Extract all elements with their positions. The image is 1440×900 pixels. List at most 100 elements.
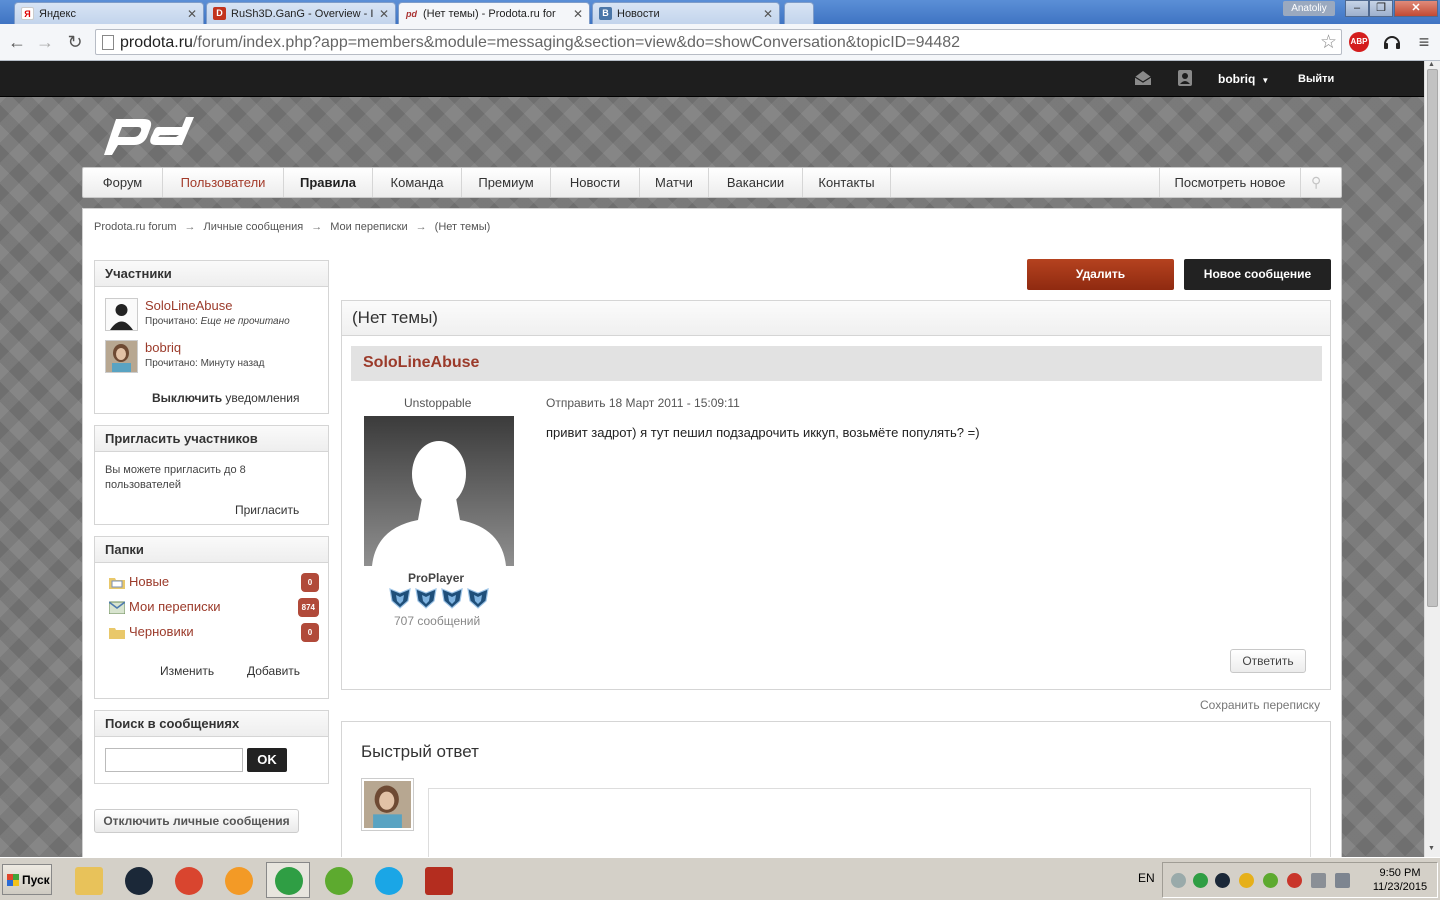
profile-icon[interactable] — [1176, 70, 1194, 88]
new-message-button[interactable]: Новое сообщение — [1184, 259, 1331, 290]
steam-tray-icon[interactable] — [1215, 873, 1230, 888]
nav-users[interactable]: Пользователи — [163, 168, 284, 197]
close-icon[interactable]: ✕ — [379, 7, 389, 21]
adblock-plus-icon[interactable]: ABP — [1349, 32, 1369, 52]
nav-matches[interactable]: Матчи — [640, 168, 709, 197]
url-path: /forum/index.php?app=members&module=mess… — [192, 34, 961, 51]
content-panel: Prodota.ru forum → Личные сообщения → Мои пе… — [82, 208, 1342, 857]
current-user-menu[interactable]: bobriq ▼ — [1218, 72, 1269, 86]
nav-team[interactable]: Команда — [373, 168, 462, 197]
search-input[interactable] — [105, 748, 243, 772]
close-icon[interactable]: ✕ — [573, 7, 583, 21]
add-folder-link[interactable]: Добавить — [247, 664, 300, 678]
tab-rush3d[interactable]: D RuSh3D.GanG - Overview - I ✕ — [206, 2, 396, 24]
taskbar-firefox-button[interactable] — [216, 862, 260, 898]
folder-name: Новые — [129, 574, 170, 589]
folder-item-new[interactable]: Новые 0 — [109, 573, 319, 593]
inbox-icon[interactable] — [1134, 70, 1152, 88]
invite-link[interactable]: Пригласить — [235, 503, 299, 517]
close-icon[interactable]: ✕ — [187, 7, 197, 21]
network-icon[interactable] — [1311, 873, 1326, 888]
reply-button[interactable]: Ответить — [1230, 649, 1306, 673]
address-bar[interactable]: prodota.ru/forum/index.php?app=members&m… — [95, 29, 1342, 55]
breadcrumb-separator: → — [415, 221, 427, 233]
taskbar-utorrent-button[interactable] — [316, 862, 360, 898]
notification-bell-icon[interactable] — [1171, 873, 1186, 888]
prodota-logo[interactable] — [102, 109, 194, 157]
avatar[interactable] — [105, 298, 138, 331]
participant-item: SoloLineAbuse Прочитано: Еще не прочитан… — [105, 298, 320, 334]
see-new-link[interactable]: Посмотреть новое — [1159, 168, 1301, 197]
ccleaner-icon — [175, 867, 203, 895]
nav-premium[interactable]: Премиум — [462, 168, 551, 197]
utorrent-green-tray-icon[interactable] — [1263, 873, 1278, 888]
participant-read-status: Прочитано: Минуту назад — [145, 358, 264, 369]
breadcrumb-link[interactable]: Prodota.ru forum — [94, 221, 177, 233]
url-text[interactable]: prodota.ru/forum/index.php?app=members&m… — [120, 34, 960, 52]
tab-yandex[interactable]: Я Яндекс ✕ — [14, 2, 204, 24]
tab-label: (Нет темы) - Prodota.ru for — [423, 8, 556, 20]
folder-item-drafts[interactable]: Черновики 0 — [109, 623, 319, 643]
volume-icon[interactable] — [1335, 873, 1350, 888]
restore-button[interactable]: ❐ — [1369, 0, 1393, 17]
nav-vacancies[interactable]: Вакансии — [709, 168, 803, 197]
folder-item-my-conversations[interactable]: Мои переписки 874 — [109, 598, 319, 618]
taskbar-explorer-button[interactable] — [66, 862, 110, 898]
scroll-up-icon[interactable]: ▲ — [1428, 61, 1435, 68]
taskbar-chrome-button[interactable] — [266, 862, 310, 898]
forward-icon[interactable]: → — [34, 31, 56, 53]
system-clock[interactable]: 9:50 PM 11/23/2015 — [1361, 866, 1439, 894]
logout-link[interactable]: Выйти — [1298, 73, 1334, 85]
post-author-name[interactable]: SoloLineAbuse — [363, 354, 479, 372]
taskbar-dota2-button[interactable] — [416, 862, 460, 898]
nav-forum[interactable]: Форум — [83, 168, 163, 197]
edit-folders-link[interactable]: Изменить — [160, 664, 214, 678]
nav-news[interactable]: Новости — [551, 168, 640, 197]
page-scrollbar[interactable]: ▲ ▼ — [1424, 61, 1440, 857]
system-tray: 9:50 PM 11/23/2015 — [1162, 862, 1438, 898]
bookmark-star-icon[interactable]: ☆ — [1320, 31, 1337, 54]
back-icon[interactable]: ← — [6, 31, 28, 53]
participant-name[interactable]: SoloLineAbuse — [145, 298, 232, 313]
window-close-button[interactable]: ✕ — [1394, 0, 1438, 17]
tab-prodota[interactable]: pd (Нет темы) - Prodota.ru for ✕ — [398, 2, 590, 25]
reload-icon[interactable]: ↻ — [64, 31, 86, 53]
new-tab-button[interactable] — [784, 2, 814, 24]
nav-contacts[interactable]: Контакты — [803, 168, 891, 197]
disable-pm-button[interactable]: Отключить личные сообщения — [94, 809, 299, 833]
prodota-favicon-icon: pd — [406, 8, 417, 19]
breadcrumb-link[interactable]: Личные сообщения — [204, 221, 304, 233]
search-ok-button[interactable]: OK — [247, 748, 287, 772]
avatar[interactable] — [361, 778, 414, 831]
language-indicator[interactable]: EN — [1138, 871, 1155, 885]
quick-reply-editor[interactable] — [428, 788, 1311, 857]
folder-count-badge: 874 — [297, 598, 319, 617]
post-count: 707 сообщений — [394, 614, 481, 628]
scrollbar-thumb[interactable] — [1427, 69, 1438, 607]
security-tray-icon[interactable] — [1287, 873, 1302, 888]
breadcrumb-link[interactable]: Мои переписки — [330, 221, 407, 233]
avatar[interactable] — [105, 340, 138, 373]
read-value: Минуту назад — [200, 358, 265, 369]
participants-title: Участники — [95, 261, 328, 287]
scroll-down-icon[interactable]: ▼ — [1428, 845, 1435, 852]
participant-name[interactable]: bobriq — [145, 340, 181, 355]
start-button[interactable]: Пуск — [2, 864, 52, 895]
taskbar-steam-button[interactable] — [116, 862, 160, 898]
menu-icon[interactable]: ≡ — [1414, 32, 1434, 52]
save-conversation-link[interactable]: Сохранить переписку — [1200, 698, 1320, 712]
chrome-tray-icon[interactable] — [1193, 873, 1208, 888]
headset-icon[interactable] — [1382, 32, 1402, 52]
utorrent-tray-icon[interactable] — [1239, 873, 1254, 888]
close-icon[interactable]: ✕ — [763, 7, 773, 21]
author-avatar[interactable] — [364, 416, 514, 566]
taskbar-skype-button[interactable] — [366, 862, 410, 898]
pin-icon[interactable]: ⚲ — [1311, 174, 1321, 191]
delete-button[interactable]: Удалить — [1027, 259, 1174, 290]
minimize-button[interactable]: – — [1345, 0, 1369, 17]
nav-rules[interactable]: Правила — [284, 168, 373, 197]
notifications-toggle-link[interactable]: Выключить уведомления — [152, 391, 300, 405]
taskbar-ccleaner-button[interactable] — [166, 862, 210, 898]
folders-box: Папки Новые 0 Мои переписки 874 Черновик… — [94, 536, 329, 699]
tab-vk-news[interactable]: B Новости ✕ — [592, 2, 780, 24]
